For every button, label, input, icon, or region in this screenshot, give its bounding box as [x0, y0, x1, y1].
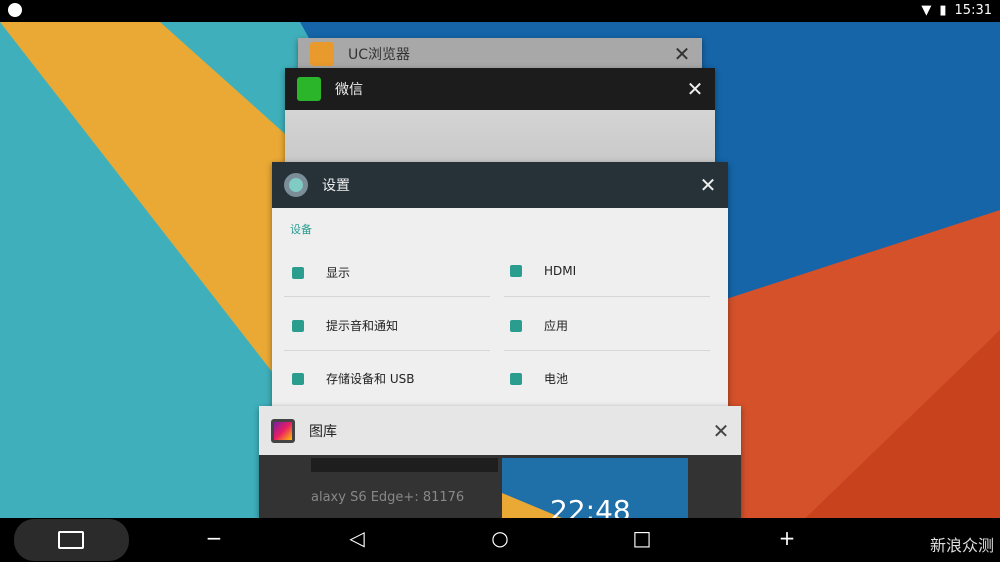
section-header: 设备 — [290, 223, 312, 236]
recent-card-wechat[interactable]: 微信 ✕ — [285, 68, 715, 168]
battery-icon: ▮ — [939, 3, 947, 18]
storage-icon — [292, 372, 304, 385]
status-bar: ▼ ▮ 15:31 — [0, 0, 1000, 22]
recents-button[interactable]: □ — [622, 526, 662, 550]
back-button[interactable]: ◁ — [337, 526, 377, 550]
navigation-bar: − ◁ ○ □ + 新浪众测 — [0, 518, 1000, 562]
label: 显示 — [326, 266, 351, 280]
card-title: UC浏览器 — [348, 47, 411, 63]
close-icon[interactable]: ✕ — [701, 419, 741, 443]
label: 应用 — [544, 319, 569, 333]
card-title: 设置 — [322, 178, 350, 194]
close-icon[interactable]: ✕ — [675, 77, 715, 101]
volume-up-button[interactable]: + — [767, 526, 807, 550]
gear-icon — [284, 173, 308, 197]
android-icon — [510, 319, 522, 332]
card-title: 微信 — [335, 82, 363, 98]
screenshot-button[interactable] — [14, 519, 129, 561]
watermark: 新浪众测 — [929, 536, 994, 555]
gallery-icon — [271, 418, 295, 443]
label: HDMI — [544, 264, 577, 278]
close-icon[interactable]: ✕ — [688, 173, 728, 197]
label: 电池 — [544, 372, 569, 386]
recent-card-gallery[interactable]: 图库 ✕ alaxy S6 Edge+: 81176 22:48 — [259, 406, 741, 518]
wechat-icon — [297, 77, 321, 101]
setting-hdmi[interactable]: HDMI — [510, 264, 576, 278]
clock: 15:31 — [954, 3, 992, 18]
recent-card-settings[interactable]: 设置 ✕ 设备 显示 HDMI 提示音和通知 应用 存储设备和 USB 电池 — [272, 162, 728, 412]
close-icon[interactable]: ✕ — [662, 42, 702, 66]
thumbnail-text: alaxy S6 Edge+: 81176 — [311, 490, 465, 505]
brightness-icon — [292, 266, 304, 279]
label: 提示音和通知 — [326, 319, 399, 333]
thumbnail-image: 22:48 — [502, 458, 688, 518]
thumbnail-clock: 22:48 — [550, 494, 631, 518]
battery-icon — [510, 372, 522, 385]
camera-icon — [58, 531, 84, 549]
wifi-icon: ▼ — [921, 3, 932, 18]
home-button[interactable]: ○ — [480, 526, 520, 550]
setting-sound[interactable]: 提示音和通知 — [292, 317, 398, 334]
uc-browser-icon — [310, 42, 334, 66]
bell-icon — [292, 319, 304, 332]
setting-storage[interactable]: 存储设备和 USB — [292, 370, 414, 387]
notification-icon — [8, 3, 22, 17]
volume-down-button[interactable]: − — [194, 526, 234, 550]
label: 存储设备和 USB — [326, 372, 415, 386]
monitor-icon — [510, 265, 522, 277]
card-title: 图库 — [309, 423, 337, 440]
setting-apps[interactable]: 应用 — [510, 317, 568, 334]
setting-display[interactable]: 显示 — [292, 264, 350, 281]
setting-battery[interactable]: 电池 — [510, 370, 568, 387]
